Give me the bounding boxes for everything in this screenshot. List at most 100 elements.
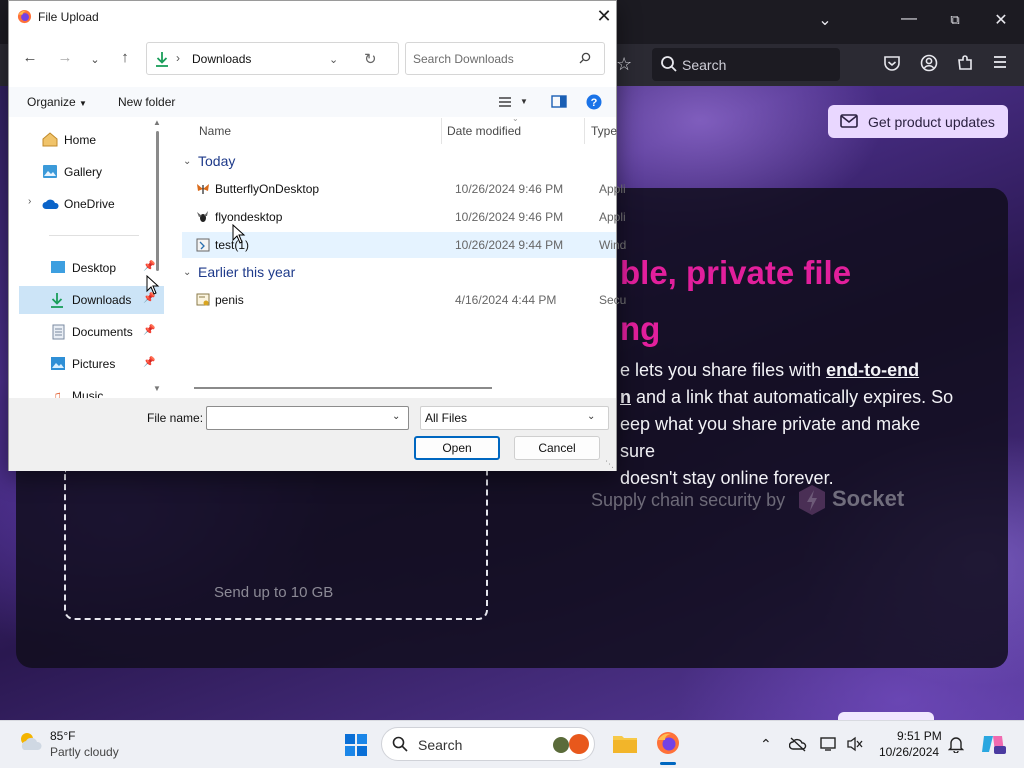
restore-icon[interactable]: ⧉ [943, 12, 967, 28]
nav-item-label: Pictures [72, 357, 116, 371]
forward-arrow-icon[interactable]: → [55, 49, 75, 66]
cancel-button[interactable]: Cancel [514, 436, 600, 460]
file-name-dropdown-icon[interactable]: ⌄ [392, 411, 400, 422]
open-button[interactable]: Open [414, 436, 500, 460]
view-dropdown-icon[interactable]: ▼ [520, 97, 528, 106]
bottom-button-partial[interactable] [838, 712, 934, 720]
nav-item-music[interactable]: ♫ Music [9, 382, 149, 398]
preview-pane-icon[interactable] [551, 95, 567, 108]
get-product-updates-button[interactable]: Get product updates [828, 105, 1008, 138]
bookmark-star-icon[interactable]: ☆ [616, 54, 632, 75]
group-header-earlier[interactable]: Earlier this year [198, 264, 295, 280]
nav-scrollbar[interactable] [156, 131, 159, 271]
group-collapse-chevron-icon[interactable]: ⌄ [183, 156, 191, 167]
file-name: ButterflyOnDesktop [215, 182, 320, 196]
nav-item-label: Home [64, 133, 97, 147]
butterfly-icon [197, 184, 209, 194]
onedrive-cloud-icon [42, 199, 59, 209]
fly-icon [197, 211, 208, 222]
back-arrow-icon[interactable]: ← [20, 49, 40, 66]
nav-item-label: OneDrive [64, 197, 115, 211]
dialog-close-icon[interactable]: ✕ [593, 5, 615, 27]
nav-item-home[interactable]: Home [9, 126, 149, 154]
new-folder-button[interactable]: New folder [118, 95, 175, 109]
network-icon[interactable] [820, 736, 838, 752]
clock-date[interactable]: 10/26/2024 [879, 745, 939, 759]
organize-label: Organize [27, 95, 76, 109]
extensions-icon[interactable] [956, 54, 974, 72]
column-header-type[interactable]: Type [591, 124, 617, 138]
firefox-taskbar-icon[interactable] [656, 731, 680, 755]
nav-item-pictures[interactable]: Pictures 📌 [9, 350, 155, 378]
svg-text:?: ? [591, 97, 598, 109]
refresh-icon[interactable]: ↻ [364, 50, 377, 68]
onedrive-status-icon[interactable] [789, 736, 807, 752]
dialog-title: File Upload [38, 10, 99, 24]
file-name-input[interactable] [206, 406, 409, 430]
nav-item-gallery[interactable]: Gallery [9, 158, 149, 186]
tab-list-chevron-icon[interactable]: ⌄ [813, 10, 837, 30]
nav-item-desktop[interactable]: Desktop 📌 [9, 254, 155, 282]
socket-logo-icon [799, 485, 825, 515]
view-list-icon[interactable] [498, 96, 512, 108]
copilot-icon[interactable] [980, 732, 1006, 756]
browser-search-box[interactable] [652, 48, 840, 81]
pocket-icon[interactable] [883, 54, 901, 72]
sort-indicator-icon: ⌄ [512, 114, 519, 123]
organize-button[interactable]: Organize ▼ [27, 95, 87, 109]
recent-locations-chevron-icon[interactable]: ⌄ [85, 53, 105, 66]
nav-item-documents[interactable]: Documents 📌 [9, 318, 155, 346]
hero-body-part1: e lets you share files with [620, 360, 827, 380]
breadcrumb-chevron-icon: › [176, 51, 180, 65]
music-icon: ♫ [52, 388, 62, 398]
column-header-date[interactable]: Date modified [447, 124, 521, 138]
menu-hamburger-icon[interactable] [992, 54, 1008, 70]
group-header-today[interactable]: Today [198, 153, 235, 169]
windows-start-icon[interactable] [344, 733, 368, 757]
search-icon [661, 56, 677, 72]
firefox-icon [17, 9, 32, 24]
expand-chevron-icon[interactable]: › [28, 196, 31, 207]
up-arrow-icon[interactable]: ↑ [115, 49, 135, 66]
file-type: Wind [599, 238, 627, 252]
hero-body-bold2: n [620, 387, 631, 407]
show-hidden-icons-chevron-icon[interactable]: ⌃ [760, 736, 772, 753]
group-collapse-chevron-icon[interactable]: ⌄ [183, 267, 191, 278]
resize-grip-icon[interactable]: ⋱ [605, 459, 614, 470]
mouse-cursor-icon [232, 224, 246, 244]
weather-partly-cloudy-icon[interactable] [16, 729, 44, 753]
account-icon[interactable] [920, 54, 938, 72]
column-separator[interactable] [441, 118, 442, 144]
nav-item-label: Gallery [64, 165, 103, 179]
hero-title-line1: ble, private file [620, 254, 852, 291]
browser-search-placeholder: Search [682, 57, 727, 73]
pin-icon: 📌 [143, 261, 156, 272]
close-window-icon[interactable]: ✕ [989, 10, 1013, 30]
scroll-up-icon[interactable]: ▲ [153, 118, 161, 127]
file-explorer-icon[interactable] [612, 732, 638, 754]
file-date: 10/26/2024 9:44 PM [455, 238, 564, 252]
address-bar[interactable] [146, 42, 399, 75]
certificate-file-icon [196, 293, 210, 306]
scroll-down-icon[interactable]: ▼ [153, 384, 161, 393]
file-date: 10/26/2024 9:46 PM [455, 182, 564, 196]
file-list-hscrollbar[interactable] [194, 387, 492, 389]
dialog-search-placeholder: Search Downloads [413, 52, 514, 66]
minimize-icon[interactable]: — [897, 10, 921, 28]
nav-item-label: Music [72, 389, 104, 398]
filter-dropdown-icon[interactable]: ⌄ [587, 411, 595, 422]
help-icon[interactable]: ? [586, 94, 602, 110]
column-header-name[interactable]: Name [199, 124, 231, 138]
file-date: 4/16/2024 4:44 PM [455, 293, 557, 307]
nav-item-onedrive[interactable]: › OneDrive [9, 190, 149, 218]
home-icon [42, 132, 58, 147]
organize-dropdown-icon: ▼ [79, 99, 87, 108]
clock-time[interactable]: 9:51 PM [897, 729, 942, 743]
volume-muted-icon[interactable] [846, 736, 864, 752]
nav-item-label: Documents [72, 325, 133, 339]
address-dropdown-chevron-icon[interactable]: ⌄ [329, 53, 338, 66]
nav-item-downloads[interactable]: Downloads 📌 [19, 286, 164, 314]
column-separator[interactable] [584, 118, 585, 144]
download-icon [156, 52, 168, 67]
notification-bell-icon[interactable] [948, 735, 964, 753]
